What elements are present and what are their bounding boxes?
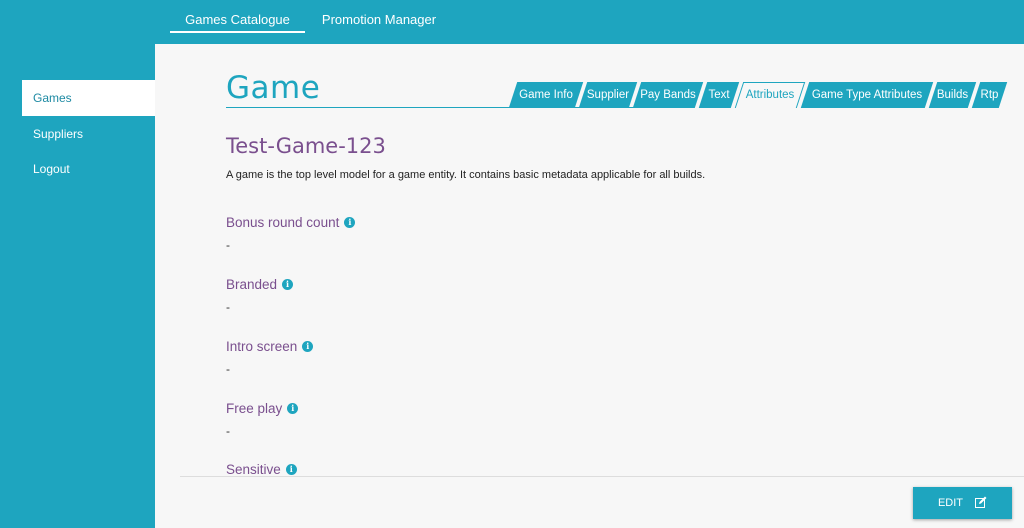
tab-text[interactable]: Text (703, 82, 735, 108)
top-navigation: Games Catalogue Promotion Manager (0, 0, 1024, 44)
edit-button[interactable]: EDIT (913, 487, 1012, 519)
tab-promotion-manager[interactable]: Promotion Manager (318, 11, 440, 29)
field-label: Branded (226, 277, 278, 292)
field-label: Sensitive (226, 462, 281, 477)
tab-pay-bands[interactable]: Pay Bands (637, 82, 699, 108)
field-bonus-round-count: Bonus round count i - (226, 215, 356, 252)
tab-rtp[interactable]: Rtp (976, 82, 1003, 108)
sidebar-item-logout[interactable]: Logout (22, 151, 155, 187)
field-value: - (226, 424, 230, 438)
sidebar-item-games[interactable]: Games (22, 80, 155, 116)
tab-builds[interactable]: Builds (933, 82, 972, 108)
field-branded: Branded i - (226, 277, 294, 314)
tab-label: Supplier (586, 89, 630, 101)
tab-attributes[interactable]: Attributes (739, 82, 801, 108)
pencil-square-icon (975, 496, 987, 511)
edit-button-label: EDIT (937, 497, 964, 509)
field-label: Free play (226, 401, 283, 416)
game-name-heading: Test-Game-123 (226, 134, 386, 158)
info-icon[interactable]: i (285, 464, 297, 475)
info-icon[interactable]: i (287, 403, 299, 414)
tab-label: Game Type Attributes (811, 89, 923, 101)
field-free-play: Free play i - (226, 401, 299, 438)
tab-game-info[interactable]: Game Info (513, 82, 579, 108)
tab-game-type-attributes[interactable]: Game Type Attributes (805, 82, 929, 108)
tab-games-catalogue[interactable]: Games Catalogue (170, 11, 305, 29)
page-title: Game (226, 70, 321, 106)
field-value: - (226, 238, 230, 252)
info-icon[interactable]: i (344, 217, 356, 228)
field-label: Intro screen (226, 339, 298, 354)
sidebar-item-suppliers[interactable]: Suppliers (22, 116, 155, 152)
info-icon[interactable]: i (282, 279, 294, 290)
tab-label: Rtp (980, 89, 999, 101)
field-sensitive: Sensitive i (226, 462, 297, 477)
tab-label: Builds (936, 89, 969, 101)
tab-supplier[interactable]: Supplier (583, 82, 633, 108)
tab-label: Text (708, 89, 730, 101)
main-panel: Game Game Info Supplier Pay Bands Text A… (155, 44, 1024, 528)
game-description: A game is the top level model for a game… (226, 169, 706, 181)
field-intro-screen: Intro screen i - (226, 339, 314, 376)
info-icon[interactable]: i (302, 341, 314, 352)
tab-label: Attributes (745, 89, 795, 101)
tab-label: Game Info (519, 89, 573, 101)
field-label: Bonus round count (226, 215, 340, 230)
active-tab-underline (170, 31, 305, 33)
tab-label: Pay Bands (640, 89, 696, 101)
footer-divider (180, 476, 1024, 477)
field-value: - (226, 362, 230, 376)
field-value: - (226, 300, 230, 314)
